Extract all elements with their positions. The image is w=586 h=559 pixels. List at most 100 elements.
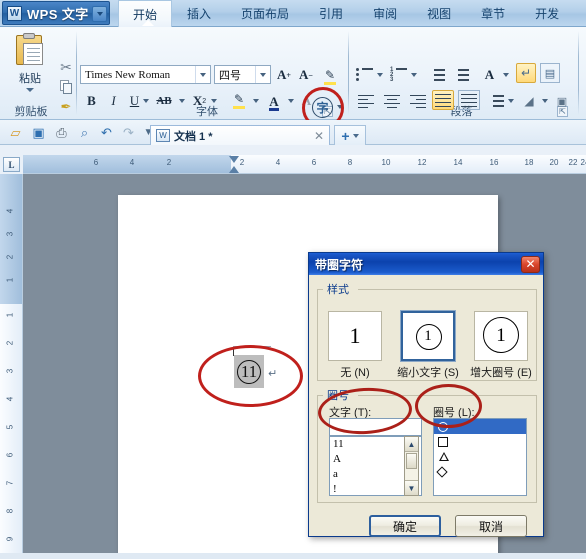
print-preview-button[interactable]: ⌕ (75, 123, 94, 142)
tab-view[interactable]: 视图 (412, 0, 466, 27)
style-option-none[interactable]: 1 (328, 311, 382, 361)
paragraph-borders-button[interactable]: ▣ (552, 91, 572, 111)
circle-options-listbox[interactable] (433, 418, 527, 496)
tab-developer[interactable]: 开发 (520, 0, 574, 27)
tab-review[interactable]: 审阅 (358, 0, 412, 27)
open-button[interactable]: ▱ (6, 123, 25, 142)
text-options-scrollbar[interactable]: ▲ ▼ (404, 436, 419, 496)
hruler-tick: 16 (489, 158, 499, 167)
scrollbar-track[interactable] (405, 452, 418, 480)
square-shape-icon (438, 436, 448, 447)
align-left-button[interactable] (355, 91, 376, 111)
italic-button[interactable]: I (104, 91, 123, 111)
font-name-chevron-down-icon[interactable] (195, 66, 210, 83)
tab-insert[interactable]: 插入 (172, 0, 226, 27)
superscript-chevron-down-icon[interactable] (209, 91, 218, 111)
hruler-tick: 10 (381, 158, 391, 167)
text-input[interactable] (329, 418, 422, 436)
list-item-square[interactable] (434, 434, 526, 449)
font-name-value: Times New Roman (85, 68, 171, 81)
numbered-list-chevron-down-icon[interactable] (409, 65, 418, 85)
font-color-button[interactable]: A (264, 91, 284, 111)
print-button[interactable]: ⎙ (52, 123, 71, 142)
undo-button[interactable]: ↶ (97, 123, 116, 142)
paste-button[interactable]: 粘贴 (8, 33, 52, 99)
scrollbar-thumb[interactable] (406, 453, 417, 469)
tab-references[interactable]: 引用 (304, 0, 358, 27)
pinyin-guide-chevron-down-icon[interactable] (501, 65, 510, 85)
dialog-title-bar[interactable]: 带圈字符 ✕ (309, 253, 543, 275)
superscript-button[interactable]: X2 (190, 91, 209, 111)
cancel-button[interactable]: 取消 (455, 515, 527, 537)
format-painter-button[interactable]: ✒ (56, 97, 76, 117)
paste-chevron-down-icon[interactable] (26, 88, 34, 92)
shading-button[interactable]: ◢ (519, 91, 539, 111)
highlight-chevron-down-icon[interactable] (251, 91, 260, 111)
scroll-up-icon[interactable]: ▲ (405, 437, 418, 452)
new-document-tab-button[interactable]: + (334, 125, 366, 145)
text-input-value (330, 419, 333, 431)
strikethrough-chevron-down-icon[interactable] (177, 91, 186, 111)
style-shrink-text-label: 缩小文字 (S) (397, 367, 459, 379)
hanging-indent-marker[interactable] (229, 166, 239, 173)
shading-chevron-down-icon[interactable] (540, 91, 549, 111)
bold-button[interactable]: B (82, 91, 101, 111)
list-item-circle[interactable] (434, 419, 526, 434)
tab-stop-selector-button[interactable]: L (3, 157, 20, 172)
highlight-button[interactable]: ✎ (228, 89, 250, 109)
align-right-button[interactable] (407, 91, 428, 111)
justify-button[interactable] (432, 90, 454, 110)
new-tab-chevron-down-icon[interactable] (352, 133, 359, 138)
circled-character-chevron-down-icon[interactable] (335, 97, 344, 117)
borders-button[interactable]: ▤ (540, 63, 560, 83)
increase-indent-button[interactable] (450, 65, 471, 85)
indent-markers[interactable] (229, 156, 240, 180)
underline-label: U (129, 93, 140, 108)
style-option-enlarge-circle[interactable]: 1 (474, 311, 528, 361)
vertical-ruler[interactable]: 4 3 2 1 1 2 3 4 5 6 7 8 9 (0, 174, 23, 559)
shrink-font-button[interactable]: A − (296, 65, 316, 85)
distribute-button[interactable] (458, 90, 480, 110)
tab-section[interactable]: 章节 (466, 0, 520, 27)
clear-formatting-button[interactable]: ✎ (320, 65, 340, 85)
pinyin-guide-button[interactable]: A (479, 65, 500, 85)
underline-chevron-down-icon[interactable] (141, 91, 150, 111)
ok-button[interactable]: 确定 (369, 515, 441, 537)
scroll-down-icon[interactable]: ▼ (405, 480, 418, 495)
bullet-list-button[interactable] (355, 65, 374, 85)
style-option-shrink-text[interactable]: 1 (400, 310, 456, 362)
show-formatting-marks-button[interactable]: ↵ (516, 63, 536, 83)
strikethrough-button[interactable]: AB (152, 91, 176, 111)
decrease-indent-button[interactable] (426, 65, 447, 85)
top-margin-zone (0, 174, 22, 304)
font-color-chevron-down-icon[interactable] (286, 91, 295, 111)
hruler-tick: 24 (580, 158, 586, 167)
font-name-combo[interactable]: Times New Roman (80, 65, 211, 84)
grow-font-button[interactable]: A + (274, 65, 294, 85)
vruler-tick: 6 (5, 452, 15, 458)
hruler-tick: 6 (311, 158, 317, 167)
redo-button[interactable]: ↷ (119, 123, 138, 142)
align-center-button[interactable] (381, 91, 402, 111)
circled-character-button[interactable]: 字 (312, 97, 333, 118)
app-logo-button[interactable]: W WPS 文字 (2, 1, 110, 25)
line-spacing-chevron-down-icon[interactable] (506, 91, 515, 111)
font-size-chevron-down-icon[interactable] (255, 66, 270, 83)
app-menu-chevron-down-icon[interactable] (92, 6, 107, 22)
list-item-triangle[interactable] (434, 449, 526, 464)
line-spacing-button[interactable] (485, 91, 505, 111)
list-item-diamond[interactable] (434, 464, 526, 479)
save-button[interactable]: ▣ (29, 123, 48, 142)
close-icon[interactable]: ✕ (314, 129, 324, 143)
bullet-list-chevron-down-icon[interactable] (375, 65, 384, 85)
copy-button[interactable] (56, 77, 76, 97)
tab-page-layout[interactable]: 页面布局 (226, 0, 304, 27)
close-icon[interactable]: ✕ (521, 255, 540, 273)
horizontal-ruler[interactable]: 6 4 2 2 4 6 8 10 12 14 16 18 20 22 24 (23, 155, 586, 174)
first-line-indent-marker[interactable] (229, 156, 239, 163)
cut-button[interactable]: ✂ (56, 57, 76, 77)
numbered-list-button[interactable]: 123 (389, 65, 408, 85)
font-size-combo[interactable]: 四号 (214, 65, 271, 84)
circled-character-dialog[interactable]: 带圈字符 ✕ 样式 1 无 (N) 1 缩小文字 (S) 1 增大圈号 (E) … (308, 252, 544, 537)
document-tab[interactable]: W 文档 1 * ✕ (150, 125, 330, 145)
